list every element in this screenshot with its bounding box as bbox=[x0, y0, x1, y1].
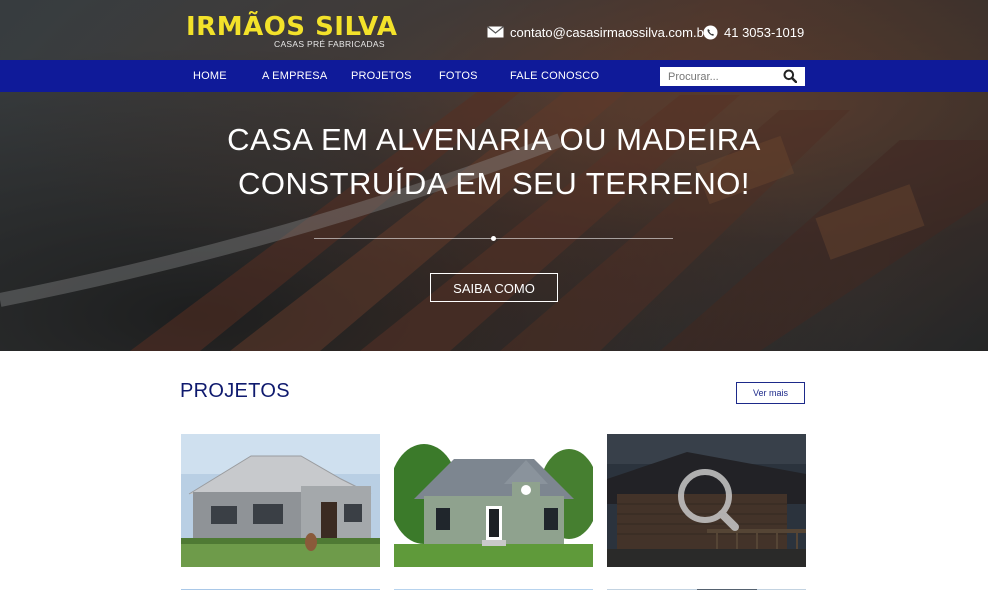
contact-email-text: contato@casasirmaossilva.com.br bbox=[510, 24, 709, 40]
contact-phone[interactable]: 41 3053-1019 bbox=[703, 22, 804, 42]
project-image bbox=[607, 434, 806, 567]
search-input[interactable] bbox=[660, 67, 778, 87]
project-card[interactable] bbox=[607, 434, 806, 567]
brand-name: IRMÃOS SILVA bbox=[186, 12, 398, 42]
projects-title: PROJETOS bbox=[180, 380, 290, 402]
project-card[interactable] bbox=[394, 434, 593, 567]
contact-email[interactable]: contato@casasirmaossilva.com.br bbox=[487, 22, 708, 42]
project-image bbox=[181, 434, 380, 567]
search-box bbox=[660, 67, 805, 88]
project-image bbox=[394, 434, 593, 567]
nav-item-projetos[interactable]: PROJETOS bbox=[351, 60, 412, 92]
brand-tagline: CASAS PRÉ FABRICADAS bbox=[274, 39, 385, 49]
project-card[interactable] bbox=[394, 583, 593, 590]
project-card[interactable] bbox=[181, 434, 380, 567]
brand-logo[interactable]: IRMÃOS SILVA CASAS PRÉ FABRICADAS bbox=[186, 12, 398, 49]
nav-item-fale-conosco[interactable]: FALE CONOSCO bbox=[510, 60, 599, 92]
hero-headline-line2: CONSTRUÍDA EM SEU TERRENO! bbox=[238, 166, 750, 201]
envelope-icon bbox=[487, 26, 504, 38]
hero-divider-dot bbox=[491, 236, 496, 241]
project-card[interactable] bbox=[181, 583, 380, 590]
nav-item-home[interactable]: HOME bbox=[193, 60, 227, 92]
hero-headline-line1: CASA EM ALVENARIA OU MADEIRA bbox=[227, 122, 761, 157]
contact-phone-text: 41 3053-1019 bbox=[724, 24, 805, 40]
ver-mais-button[interactable]: Ver mais bbox=[736, 382, 805, 404]
search-icon[interactable] bbox=[783, 69, 798, 88]
saiba-como-button[interactable]: SAIBA COMO bbox=[430, 273, 558, 302]
hero-headline: CASA EM ALVENARIA OU MADEIRA CONSTRUÍDA … bbox=[0, 118, 988, 206]
nav-item-fotos[interactable]: FOTOS bbox=[439, 60, 478, 92]
phone-icon bbox=[703, 25, 718, 40]
project-card[interactable] bbox=[607, 583, 806, 590]
nav-item-empresa[interactable]: A EMPRESA bbox=[262, 60, 327, 92]
main-nav: HOME A EMPRESA PROJETOS FOTOS FALE CONOS… bbox=[0, 60, 988, 92]
